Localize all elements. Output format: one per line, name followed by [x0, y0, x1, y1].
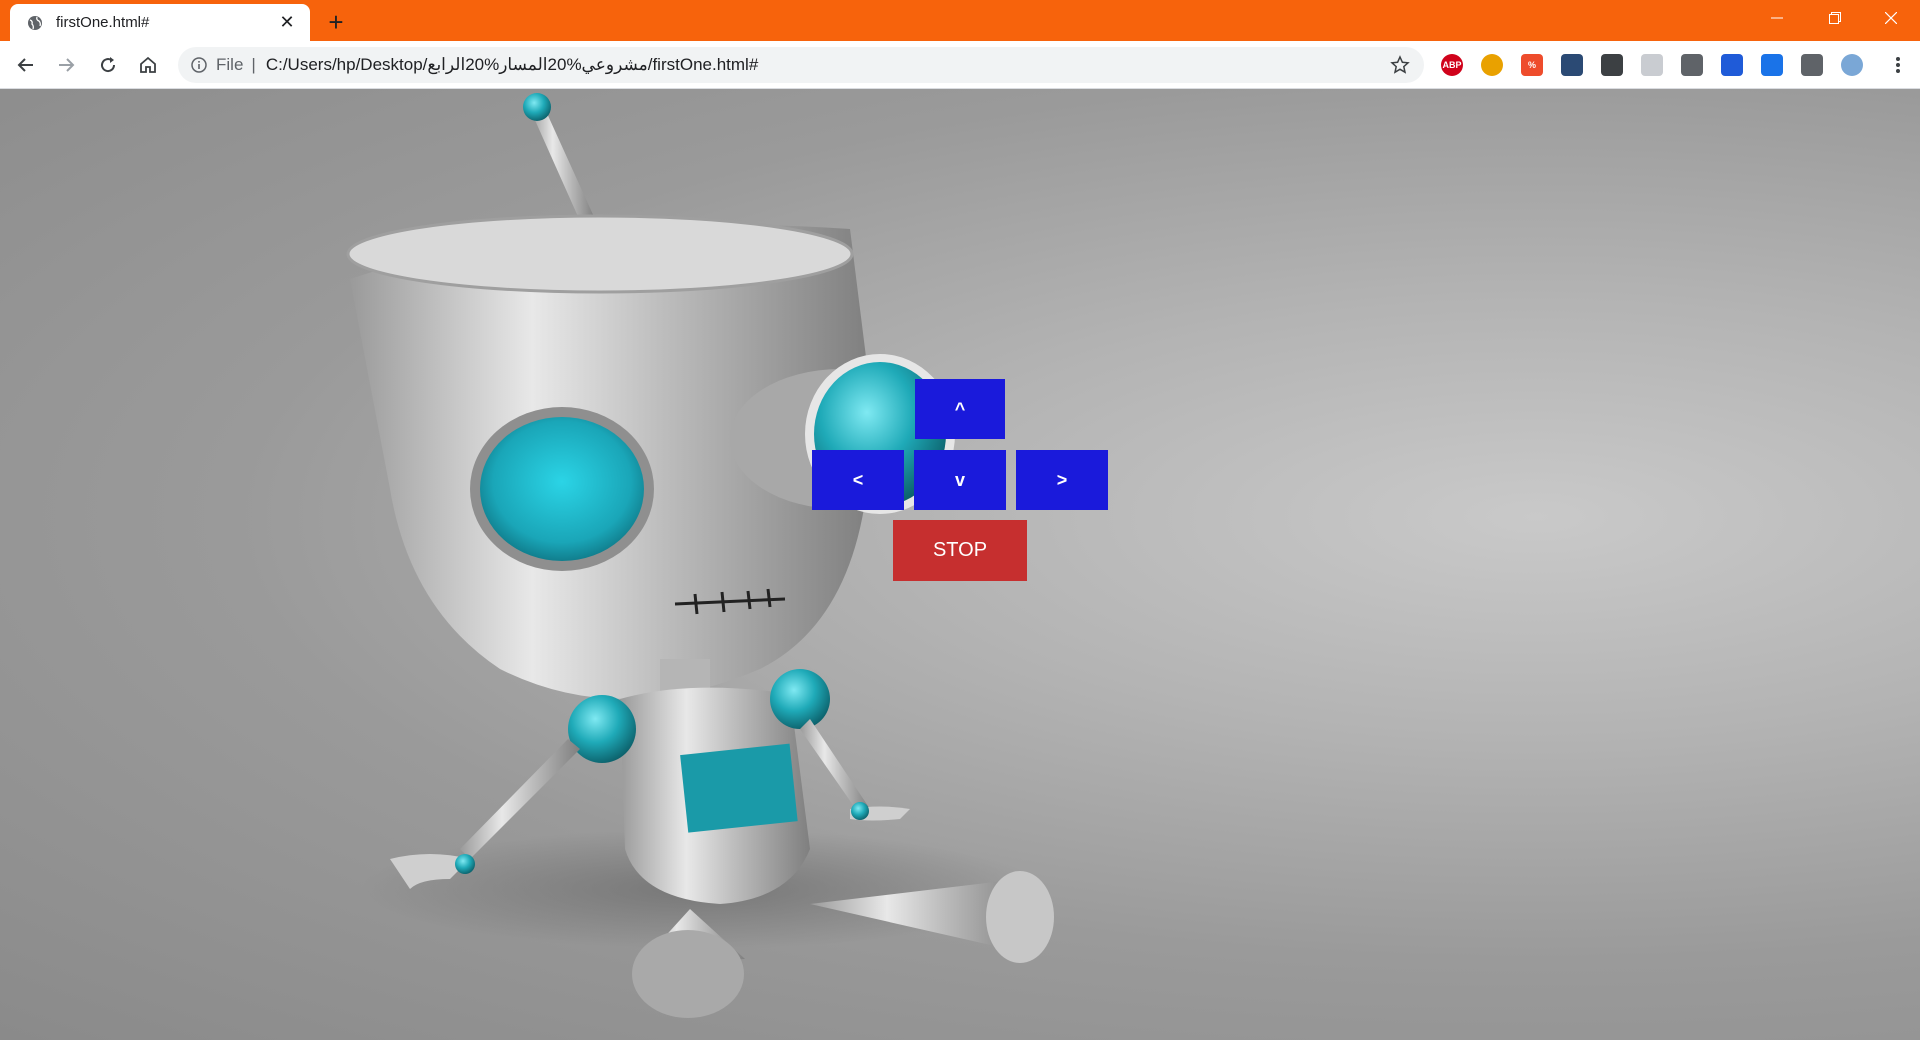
- address-bar[interactable]: File | C:/Users/hp/Desktop/مشروعي%20المس…: [178, 47, 1424, 83]
- move-up-button[interactable]: ^: [915, 379, 1005, 439]
- window-ext-icon-glyph: [1721, 54, 1743, 76]
- reload-icon[interactable]: [92, 49, 124, 81]
- back-icon[interactable]: [10, 49, 42, 81]
- box-ext-icon[interactable]: [1640, 53, 1664, 77]
- forward-icon[interactable]: [50, 49, 82, 81]
- adblock-plus-icon-glyph: ABP: [1441, 54, 1463, 76]
- profile-avatar-glyph: [1841, 54, 1863, 76]
- adblock-plus-icon[interactable]: ABP: [1440, 53, 1464, 77]
- tab-strip: firstOne.html# ✕ +: [0, 0, 1920, 41]
- wave-ext-icon[interactable]: [1760, 53, 1784, 77]
- close-tab-icon[interactable]: ✕: [276, 12, 298, 34]
- color-wheel-icon[interactable]: [1480, 53, 1504, 77]
- shield-ext-icon-glyph: [1561, 54, 1583, 76]
- browser-tab[interactable]: firstOne.html# ✕: [10, 4, 310, 41]
- puzzle-icon[interactable]: [1800, 53, 1824, 77]
- move-right-button[interactable]: >: [1016, 450, 1108, 510]
- pdf-tool-icon[interactable]: %: [1520, 53, 1544, 77]
- move-down-button[interactable]: v: [914, 450, 1006, 510]
- shield-ext-icon[interactable]: [1560, 53, 1584, 77]
- home-icon[interactable]: [132, 49, 164, 81]
- helmet-ext-icon[interactable]: [1680, 53, 1704, 77]
- move-left-button[interactable]: <: [812, 450, 904, 510]
- location-ext-icon[interactable]: [1600, 53, 1624, 77]
- url-text[interactable]: C:/Users/hp/Desktop/مشروعي%20المسار%20ال…: [266, 55, 1388, 75]
- browser-toolbar: File | C:/Users/hp/Desktop/مشروعي%20المس…: [0, 41, 1920, 89]
- tab-title: firstOne.html#: [56, 14, 150, 31]
- minimize-icon[interactable]: [1748, 0, 1806, 36]
- page-viewport: ^ < v > STOP: [0, 89, 1920, 1040]
- info-icon[interactable]: [190, 56, 208, 74]
- window-ext-icon[interactable]: [1720, 53, 1744, 77]
- url-scheme-label: File: [216, 55, 244, 74]
- new-tab-button[interactable]: +: [322, 7, 350, 37]
- bookmark-star-icon[interactable]: [1388, 53, 1412, 77]
- location-ext-icon-glyph: [1601, 54, 1623, 76]
- restore-icon[interactable]: [1806, 0, 1864, 36]
- pdf-tool-icon-glyph: %: [1521, 54, 1543, 76]
- color-wheel-icon-glyph: [1481, 54, 1503, 76]
- url-separator: |: [251, 55, 256, 74]
- wave-ext-icon-glyph: [1761, 54, 1783, 76]
- globe-icon: [26, 14, 44, 32]
- box-ext-icon-glyph: [1641, 54, 1663, 76]
- close-window-icon[interactable]: [1862, 0, 1920, 36]
- helmet-ext-icon-glyph: [1681, 54, 1703, 76]
- puzzle-icon-glyph: [1801, 54, 1823, 76]
- menu-kebab-icon[interactable]: [1882, 49, 1914, 81]
- stop-button[interactable]: STOP: [893, 520, 1027, 581]
- profile-avatar[interactable]: [1840, 53, 1864, 77]
